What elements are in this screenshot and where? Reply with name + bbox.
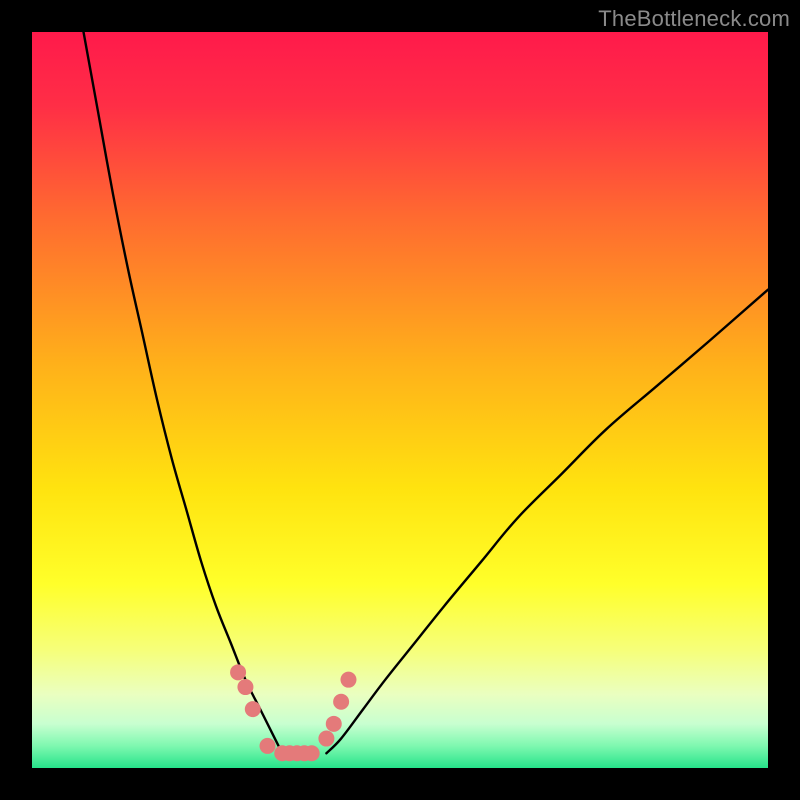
curve-layer xyxy=(32,32,768,768)
valley-marker xyxy=(245,701,261,717)
valley-marker xyxy=(237,679,253,695)
chart-frame: TheBottleneck.com xyxy=(0,0,800,800)
curve-left xyxy=(84,32,283,753)
valley-marker xyxy=(230,664,246,680)
valley-marker xyxy=(304,745,320,761)
valley-marker xyxy=(318,731,334,747)
valley-marker xyxy=(326,716,342,732)
curve-right xyxy=(326,290,768,754)
plot-area xyxy=(32,32,768,768)
valley-marker xyxy=(260,738,276,754)
watermark-text: TheBottleneck.com xyxy=(598,6,790,32)
valley-marker xyxy=(340,672,356,688)
valley-marker xyxy=(333,694,349,710)
valley-markers xyxy=(230,664,356,761)
